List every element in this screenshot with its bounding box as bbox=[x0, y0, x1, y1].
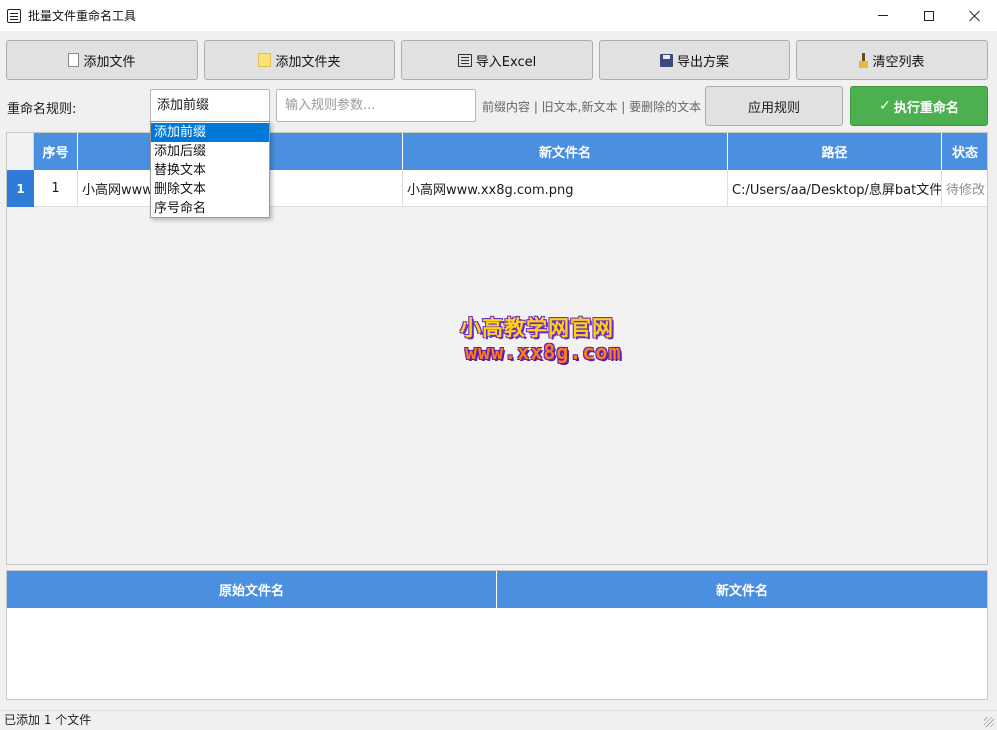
status-bar: 已添加 1 个文件 bbox=[0, 710, 997, 730]
export-plan-button[interactable]: 导出方案 bbox=[599, 40, 790, 80]
column-header-index[interactable]: 序号 bbox=[34, 133, 78, 170]
row-header[interactable]: 1 bbox=[7, 170, 34, 207]
broom-icon bbox=[859, 52, 869, 68]
maximize-button[interactable] bbox=[906, 0, 952, 31]
folder-icon bbox=[258, 53, 272, 67]
rule-label: 重命名规则: bbox=[7, 102, 77, 117]
cell-status[interactable]: 待修改 bbox=[942, 170, 987, 207]
preview-table[interactable]: 原始文件名 新文件名 bbox=[6, 570, 988, 700]
spreadsheet-icon bbox=[457, 53, 472, 67]
column-header-status[interactable]: 状态 bbox=[942, 133, 987, 170]
title-bar: 批量文件重命名工具 bbox=[0, 0, 997, 31]
clear-list-label: 清空列表 bbox=[872, 54, 925, 70]
cell-new-name[interactable]: 小高网www.xx8g.com.png bbox=[403, 170, 728, 207]
import-excel-label: 导入Excel bbox=[475, 54, 537, 70]
resize-grip-icon[interactable] bbox=[984, 717, 994, 727]
check-icon: ✓ bbox=[879, 98, 891, 114]
rule-dropdown-list: 添加前缀 添加后缀 替换文本 删除文本 序号命名 bbox=[150, 121, 270, 218]
file-icon bbox=[68, 53, 80, 67]
add-file-label: 添加文件 bbox=[83, 54, 136, 70]
add-folder-button[interactable]: 添加文件夹 bbox=[204, 40, 395, 80]
dropdown-option-replace[interactable]: 替换文本 bbox=[151, 161, 269, 180]
app-icon bbox=[7, 8, 21, 23]
preview-column-new[interactable]: 新文件名 bbox=[497, 571, 987, 608]
close-icon bbox=[969, 10, 981, 22]
dropdown-option-sequence[interactable]: 序号命名 bbox=[151, 199, 269, 218]
dropdown-option-delete[interactable]: 删除文本 bbox=[151, 180, 269, 199]
apply-rule-button[interactable]: 应用规则 bbox=[705, 86, 843, 126]
column-header-path[interactable]: 路径 bbox=[728, 133, 942, 170]
add-file-button[interactable]: 添加文件 bbox=[6, 40, 198, 80]
preview-table-header: 原始文件名 新文件名 bbox=[7, 571, 987, 608]
import-excel-button[interactable]: 导入Excel bbox=[401, 40, 593, 80]
window-title: 批量文件重命名工具 bbox=[28, 9, 137, 23]
watermark-line-2: www.xx8g.com bbox=[465, 340, 622, 364]
execute-rename-label: 执行重命名 bbox=[893, 100, 959, 116]
close-button[interactable] bbox=[952, 0, 997, 31]
dropdown-option-prefix[interactable]: 添加前缀 bbox=[151, 123, 269, 142]
save-icon bbox=[659, 53, 673, 67]
minimize-icon bbox=[878, 15, 888, 16]
add-folder-label: 添加文件夹 bbox=[275, 54, 341, 70]
table-corner bbox=[7, 133, 34, 170]
minimize-button[interactable] bbox=[860, 0, 906, 31]
preview-column-original[interactable]: 原始文件名 bbox=[7, 571, 497, 608]
maximize-icon bbox=[924, 10, 934, 21]
export-plan-label: 导出方案 bbox=[676, 54, 729, 70]
cell-index[interactable]: 1 bbox=[34, 170, 78, 207]
clear-list-button[interactable]: 清空列表 bbox=[796, 40, 988, 80]
status-text: 已添加 1 个文件 bbox=[4, 713, 92, 727]
rule-select[interactable]: 添加前缀 bbox=[150, 89, 270, 122]
table-empty-area bbox=[34, 207, 987, 564]
watermark-logo: 小高教学网官网 www.xx8g.com bbox=[440, 312, 660, 368]
dropdown-option-suffix[interactable]: 添加后缀 bbox=[151, 142, 269, 161]
apply-rule-label: 应用规则 bbox=[747, 100, 800, 116]
column-header-new-name[interactable]: 新文件名 bbox=[403, 133, 728, 170]
watermark-line-1: 小高教学网官网 bbox=[460, 316, 614, 340]
rule-param-input[interactable] bbox=[276, 89, 476, 122]
rule-hint: 前缀内容 | 旧文本,新文本 | 要删除的文本 bbox=[482, 100, 702, 114]
cell-path[interactable]: C:/Users/aa/Desktop/息屏bat文件 bbox=[728, 170, 942, 207]
execute-rename-button[interactable]: ✓ 执行重命名 bbox=[850, 86, 988, 126]
row-header-strip bbox=[7, 207, 34, 564]
